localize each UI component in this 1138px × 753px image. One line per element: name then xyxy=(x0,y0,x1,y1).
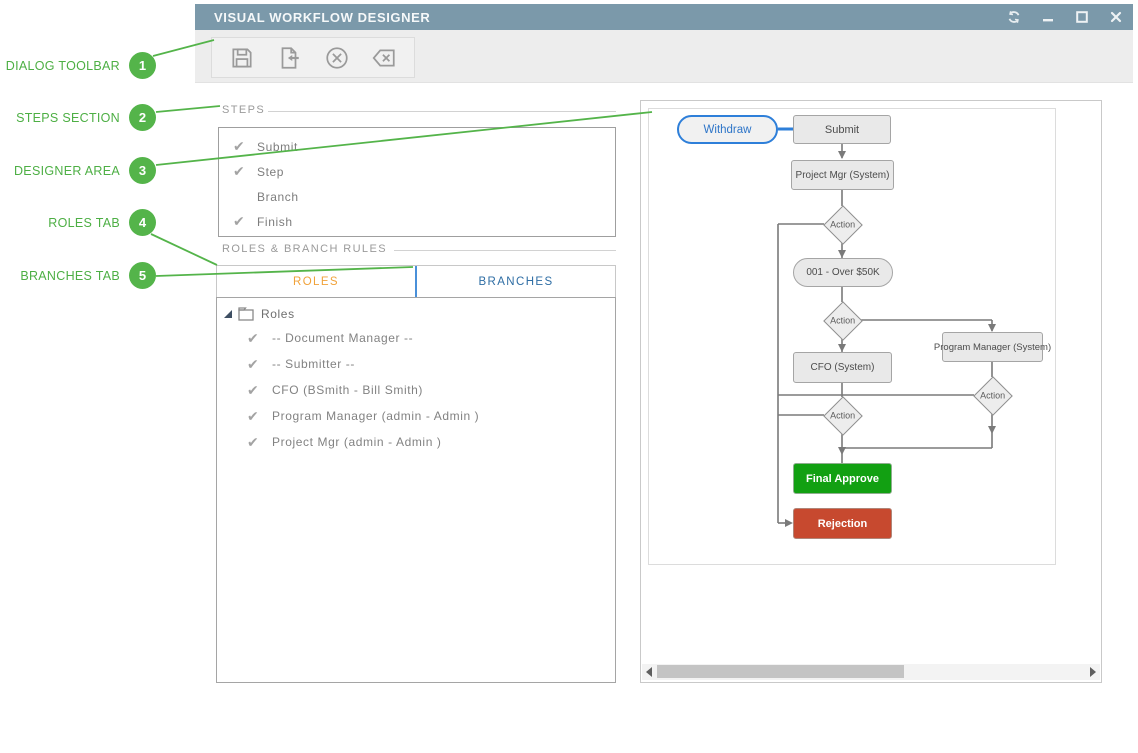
dialog-toolbar xyxy=(195,30,1133,83)
flow-node-rejection[interactable]: Rejection xyxy=(793,508,892,539)
maximize-icon[interactable] xyxy=(1074,10,1089,25)
flow-node-over-50k[interactable]: 001 - Over $50K xyxy=(793,258,893,287)
annotation-badge-5: 5 xyxy=(129,262,156,289)
check-icon xyxy=(247,330,272,347)
annotation-badge-3: 3 xyxy=(129,157,156,184)
scroll-right-icon[interactable] xyxy=(1086,664,1100,680)
tree-item-document-manager[interactable]: -- Document Manager -- xyxy=(217,325,615,351)
step-item-step[interactable]: Step xyxy=(219,159,615,184)
steps-rule xyxy=(268,111,616,112)
annotation-badge-4: 4 xyxy=(129,209,156,236)
flow-node-program-manager[interactable]: Program Manager (System) xyxy=(934,332,1051,362)
annotation-badge-1: 1 xyxy=(129,52,156,79)
tree-item-submitter[interactable]: -- Submitter -- xyxy=(217,351,615,377)
dialog-title: VISUAL WORKFLOW DESIGNER xyxy=(214,9,431,25)
check-icon xyxy=(233,213,257,230)
flow-node-withdraw[interactable]: Withdraw xyxy=(677,115,778,144)
scroll-left-icon[interactable] xyxy=(642,664,656,680)
check-icon xyxy=(247,382,272,399)
annotation-dialog-toolbar: DIALOG TOOLBAR 1 xyxy=(6,52,156,79)
cancel-icon[interactable] xyxy=(322,43,352,73)
annotation-branches-tab: BRANCHES TAB 5 xyxy=(20,262,156,289)
step-item-submit[interactable]: Submit xyxy=(219,134,615,159)
annotation-steps-section: STEPS SECTION 2 xyxy=(16,104,156,131)
roles-branches-tabs: ROLES BRANCHES xyxy=(216,265,616,297)
annotation-roles-tab: ROLES TAB 4 xyxy=(48,209,156,236)
tab-branches[interactable]: BRANCHES xyxy=(417,266,615,297)
tree-root-roles[interactable]: Roles xyxy=(217,303,615,325)
flow-node-submit[interactable]: Submit xyxy=(793,115,891,144)
flow-node-cfo[interactable]: CFO (System) xyxy=(793,352,892,383)
tree-item-cfo[interactable]: CFO (BSmith - Bill Smith) xyxy=(217,377,615,403)
tree-item-program-manager[interactable]: Program Manager (admin - Admin ) xyxy=(217,403,615,429)
roles-rule xyxy=(394,250,616,251)
check-icon xyxy=(247,408,272,425)
dialog-titlebar[interactable]: VISUAL WORKFLOW DESIGNER xyxy=(195,4,1133,30)
tree-item-project-mgr[interactable]: Project Mgr (admin - Admin ) xyxy=(217,429,615,455)
steps-section-title: STEPS xyxy=(222,104,266,116)
window-controls xyxy=(1006,4,1123,30)
flow-node-project-mgr[interactable]: Project Mgr (System) xyxy=(791,160,894,190)
annotation-designer-area: DESIGNER AREA 3 xyxy=(14,157,156,184)
annotation-badge-2: 2 xyxy=(129,104,156,131)
close-icon[interactable] xyxy=(1108,10,1123,25)
backspace-delete-icon[interactable] xyxy=(369,43,399,73)
check-icon xyxy=(247,356,272,373)
toolbar-icon-group xyxy=(211,37,415,78)
horizontal-scrollbar[interactable] xyxy=(642,664,1100,680)
minimize-icon[interactable] xyxy=(1040,10,1055,25)
flow-node-final-approve[interactable]: Final Approve xyxy=(793,463,892,494)
roles-section-title: ROLES & BRANCH RULES xyxy=(222,243,387,255)
step-item-finish[interactable]: Finish xyxy=(219,209,615,234)
visual-workflow-designer-screen: VISUAL WORKFLOW DESIGNER STEPS ✔ Submit … xyxy=(0,0,1138,753)
designer-canvas[interactable]: Withdraw Submit Project Mgr (System) Act… xyxy=(648,108,1056,565)
designer-area: Withdraw Submit Project Mgr (System) Act… xyxy=(640,100,1102,683)
roles-tree: Roles -- Document Manager -- -- Submitte… xyxy=(216,297,616,683)
check-icon xyxy=(233,163,257,180)
folder-icon xyxy=(238,307,254,321)
check-icon xyxy=(247,434,272,451)
tab-roles[interactable]: ROLES xyxy=(217,266,415,297)
collapse-expander-icon[interactable] xyxy=(224,310,232,318)
sync-icon[interactable] xyxy=(1006,10,1021,25)
step-item-branch[interactable]: Branch xyxy=(219,184,615,209)
save-icon[interactable] xyxy=(227,43,257,73)
check-icon xyxy=(233,138,257,155)
scrollbar-thumb[interactable] xyxy=(657,665,904,678)
check-in-icon[interactable] xyxy=(274,43,304,73)
steps-list: Submit Step Branch Finish xyxy=(218,127,616,237)
